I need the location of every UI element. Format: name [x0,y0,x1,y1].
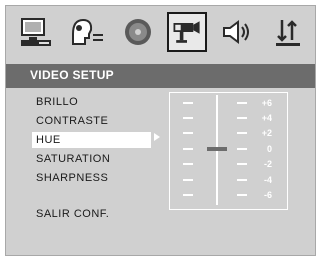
setup-icon-bar [6,6,315,60]
slider-tick-label: -6 [263,190,272,200]
slider-tick-label: -4 [263,175,272,185]
video-setup-icon[interactable] [167,12,207,52]
slider-tick-label: -2 [263,159,272,169]
slider-tick-label: +2 [261,128,272,138]
slider-tick-left [183,194,193,196]
slider-tick-right [237,132,247,134]
slider-tick-left [183,148,193,150]
slider-tick-right [237,163,247,165]
slider-tick-left [183,132,193,134]
menu-item-salir-conf[interactable]: SALIR CONF. [36,206,109,222]
osd-setup-panel: VIDEO SETUP BRILLO CONTRASTE HUE SATURAT… [5,5,316,256]
menu-item-brillo[interactable]: BRILLO [36,94,78,110]
slider-tick-left [183,102,193,104]
slider-tick-right [237,179,247,181]
slider-tick-left [183,179,193,181]
section-header: VIDEO SETUP [6,64,315,88]
selection-arrow-icon [154,133,160,141]
preference-sort-icon[interactable] [268,12,308,52]
slider-tick-label: 0 [266,144,272,154]
slider-tick-right [237,194,247,196]
audio-disc-icon[interactable] [118,12,158,52]
menu-item-hue[interactable]: HUE [32,132,151,148]
slider-tick-label: +4 [261,113,272,123]
slider-tick-right [237,148,247,150]
speaker-setup-icon[interactable] [218,12,258,52]
system-setup-icon[interactable] [17,12,57,52]
slider-tick-right [237,117,247,119]
menu-item-saturation[interactable]: SATURATION [36,151,110,167]
slider-tick-right [237,102,247,104]
language-setup-icon[interactable] [67,12,107,52]
menu-item-contraste[interactable]: CONTRASTE [36,113,108,129]
slider-tick-left [183,163,193,165]
slider-tick-label: +6 [261,98,272,108]
menu-item-sharpness[interactable]: SHARPNESS [36,170,108,186]
hue-slider[interactable]: +6 +4 +2 0 -2 -4 -6 [169,92,288,210]
slider-thumb[interactable] [207,147,227,151]
section-title: VIDEO SETUP [30,68,114,82]
slider-tick-left [183,117,193,119]
